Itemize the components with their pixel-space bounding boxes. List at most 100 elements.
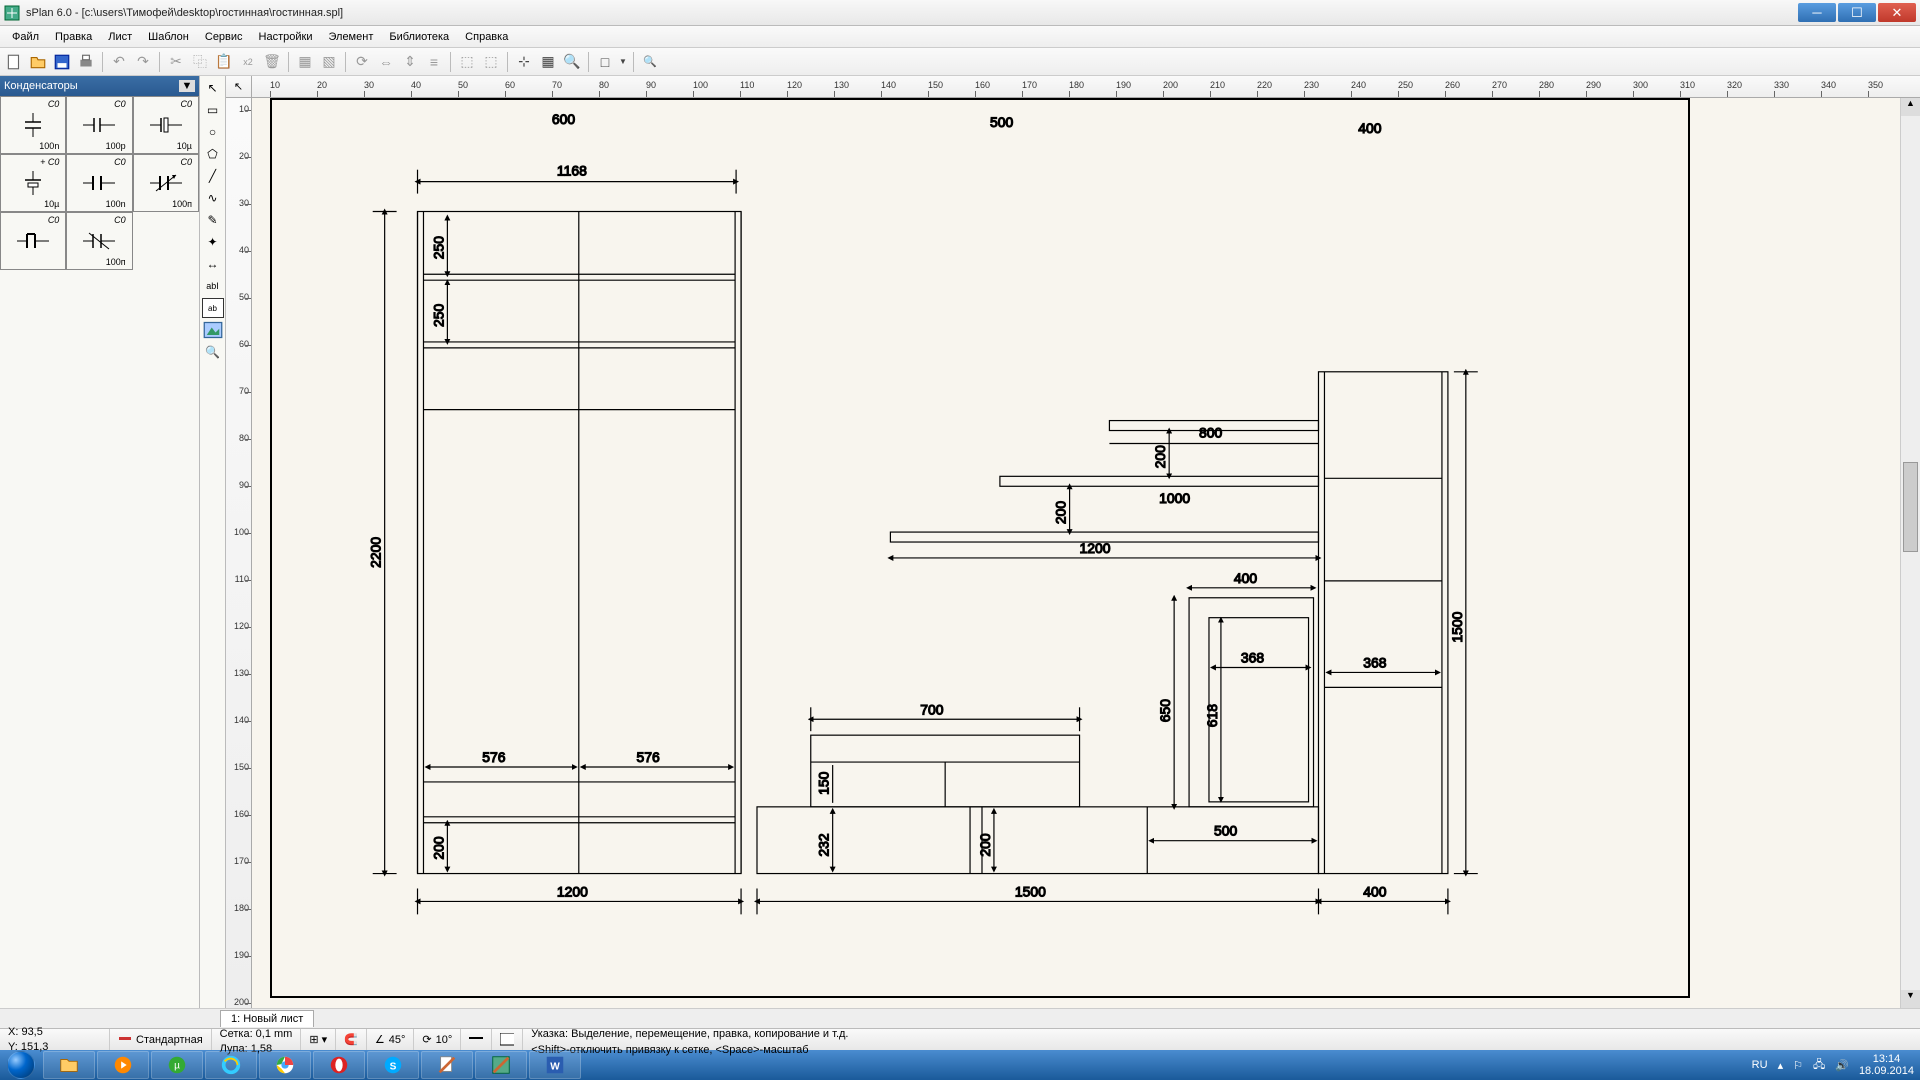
new-icon[interactable] (4, 52, 24, 72)
component-item[interactable]: + C010µ (0, 154, 66, 212)
menu-sheet[interactable]: Лист (100, 29, 140, 45)
menu-template[interactable]: Шаблон (140, 29, 197, 45)
status-angle10[interactable]: ⟳ 10° (414, 1029, 461, 1050)
menu-element[interactable]: Элемент (320, 29, 381, 45)
component-item[interactable]: C010µ (133, 96, 199, 154)
align-icon[interactable]: ≡ (424, 52, 444, 72)
paste-icon[interactable]: 📋 (214, 52, 234, 72)
task-splan[interactable] (475, 1051, 527, 1079)
undo-icon[interactable]: ↶ (109, 52, 129, 72)
delete-icon[interactable]: 🗑 (262, 52, 282, 72)
cut-icon[interactable]: ✂ (166, 52, 186, 72)
rect-tool[interactable]: ▭ (202, 100, 224, 120)
component-item[interactable]: C0100n (66, 154, 132, 212)
menu-file[interactable]: Файл (4, 29, 47, 45)
maximize-button[interactable]: ☐ (1838, 3, 1876, 22)
svg-text:1500: 1500 (1015, 883, 1046, 899)
image-tool[interactable] (202, 320, 224, 340)
flipv-icon[interactable]: ⇕ (400, 52, 420, 72)
free-tool[interactable]: ✎ (202, 210, 224, 230)
vertical-scrollbar[interactable]: ▲ ▼ (1900, 98, 1920, 1008)
group-icon[interactable]: ⬚ (457, 52, 477, 72)
text-tool[interactable]: abI (202, 276, 224, 296)
menu-settings[interactable]: Настройки (251, 29, 321, 45)
task-opera[interactable] (313, 1051, 365, 1079)
tray-show-hidden-icon[interactable]: ▴ (1778, 1059, 1784, 1072)
sheet-tabs: 1: Новый лист (0, 1008, 1920, 1028)
task-word[interactable]: W (529, 1051, 581, 1079)
status-hint1: Указка: Выделение, перемещение, правка, … (531, 1029, 848, 1041)
status-fill[interactable] (492, 1029, 523, 1050)
menu-library[interactable]: Библиотека (381, 29, 457, 45)
start-button[interactable] (0, 1050, 42, 1080)
status-angle45[interactable]: ∠ 45° (367, 1029, 415, 1050)
front-icon[interactable]: ▦ (295, 52, 315, 72)
close-button[interactable]: ✕ (1878, 3, 1916, 22)
redo-icon[interactable]: ↷ (133, 52, 153, 72)
dropdown-icon[interactable]: ▼ (619, 52, 627, 72)
minimize-button[interactable]: ─ (1798, 3, 1836, 22)
circle-tool[interactable]: ○ (202, 122, 224, 142)
open-icon[interactable] (28, 52, 48, 72)
sheet-tab[interactable]: 1: Новый лист (220, 1010, 314, 1027)
tray-flag-icon[interactable]: ⚐ (1793, 1059, 1803, 1072)
task-notepad[interactable] (421, 1051, 473, 1079)
task-explorer[interactable] (43, 1051, 95, 1079)
library-dropdown-label: Конденсаторы (4, 80, 78, 92)
svg-text:200: 200 (1152, 445, 1168, 468)
task-skype[interactable]: S (367, 1051, 419, 1079)
drawing-canvas[interactable]: 600 500 400 1168 (252, 98, 1900, 1008)
snap-icon[interactable]: ⊹ (514, 52, 534, 72)
menu-service[interactable]: Сервис (197, 29, 251, 45)
status-grid-toggle[interactable]: ⊞ ▾ (301, 1029, 336, 1050)
task-ie[interactable] (205, 1051, 257, 1079)
node-tool[interactable]: ✦ (202, 232, 224, 252)
svg-text:250: 250 (430, 236, 446, 259)
poly-tool[interactable]: ⬠ (202, 144, 224, 164)
component-item[interactable]: C0100p (66, 96, 132, 154)
menu-help[interactable]: Справка (457, 29, 516, 45)
scroll-down-icon[interactable]: ▼ (1901, 990, 1920, 1008)
svg-text:µ: µ (174, 1061, 180, 1072)
bezier-tool[interactable]: ∿ (202, 188, 224, 208)
find-icon[interactable]: 🔍 (562, 52, 582, 72)
component-item[interactable]: C0100п (66, 212, 132, 270)
print-icon[interactable] (76, 52, 96, 72)
back-icon[interactable]: ▧ (319, 52, 339, 72)
copy-icon[interactable]: ⿻ (190, 52, 210, 72)
rect-tool-icon[interactable]: □ (595, 52, 615, 72)
task-wmp[interactable] (97, 1051, 149, 1079)
svg-text:600: 600 (552, 111, 575, 127)
tray-volume-icon[interactable]: 🔊 (1835, 1059, 1849, 1072)
svg-text:1000: 1000 (1159, 490, 1190, 506)
component-item[interactable]: C0100n (0, 96, 66, 154)
tray-network-icon[interactable]: 🖧 (1813, 1056, 1825, 1075)
component-item[interactable]: C0100п (133, 154, 199, 212)
scroll-up-icon[interactable]: ▲ (1901, 98, 1920, 116)
task-chrome[interactable] (259, 1051, 311, 1079)
status-magnet[interactable]: 🧲 (336, 1029, 367, 1050)
tray-lang[interactable]: RU (1752, 1059, 1768, 1071)
dup-icon[interactable]: x2 (238, 52, 258, 72)
zoom-tool[interactable]: 🔍 (202, 342, 224, 362)
tray-clock[interactable]: 13:1418.09.2014 (1859, 1053, 1914, 1077)
task-utorrent[interactable]: µ (151, 1051, 203, 1079)
dimension-tool[interactable]: ↔ (202, 254, 224, 274)
library-dropdown[interactable]: Конденсаторы ▼ (0, 76, 199, 96)
svg-text:1200: 1200 (557, 883, 588, 899)
grid-icon[interactable]: ▦ (538, 52, 558, 72)
rotate-icon[interactable]: ⟳ (352, 52, 372, 72)
ungroup-icon[interactable]: ⬚ (481, 52, 501, 72)
save-icon[interactable] (52, 52, 72, 72)
menu-edit[interactable]: Правка (47, 29, 100, 45)
zoom-icon[interactable]: 🔍 (640, 52, 660, 72)
fliph-icon[interactable]: ⇔ (376, 52, 396, 72)
status-linestyle[interactable] (461, 1029, 492, 1050)
svg-text:650: 650 (1157, 699, 1173, 722)
textlabel-tool[interactable]: ab (202, 298, 224, 318)
library-panel: Конденсаторы ▼ C0100n C0100p C010µ + C01… (0, 76, 200, 1008)
component-item[interactable]: C0 (0, 212, 66, 270)
pointer-tool[interactable]: ↖ (202, 78, 224, 98)
scroll-thumb[interactable] (1903, 462, 1918, 552)
line-tool[interactable]: ╱ (202, 166, 224, 186)
